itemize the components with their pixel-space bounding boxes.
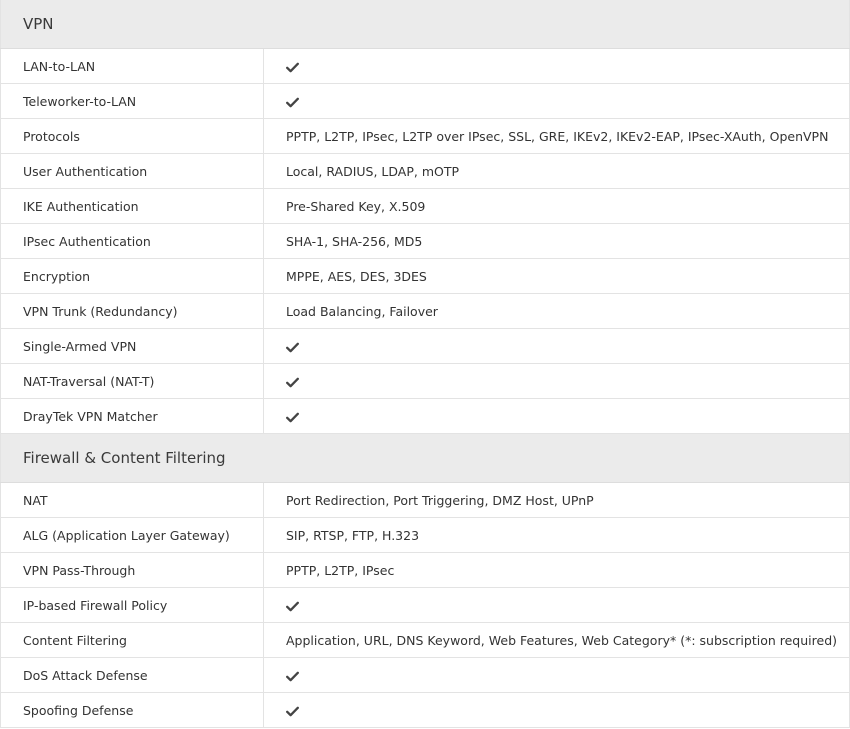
row-label: IPsec Authentication [0,223,264,259]
row-value [263,657,850,693]
row-label: IP-based Firewall Policy [0,587,264,623]
check-icon [286,342,299,352]
table-row: Protocols PPTP, L2TP, IPsec, L2TP over I… [0,118,850,154]
section-header-row-1: Firewall & Content Filtering [0,433,850,483]
check-icon [286,706,299,716]
row-value: Application, URL, DNS Keyword, Web Featu… [263,622,850,658]
table-row: NAT-Traversal (NAT-T) [0,363,850,399]
row-value: MPPE, AES, DES, 3DES [263,258,850,294]
table-row: DoS Attack Defense [0,657,850,693]
table-row: Encryption MPPE, AES, DES, 3DES [0,258,850,294]
table-row: VPN Trunk (Redundancy) Load Balancing, F… [0,293,850,329]
row-label: LAN-to-LAN [0,48,264,84]
table-row: Spoofing Defense [0,692,850,728]
row-value: Port Redirection, Port Triggering, DMZ H… [263,482,850,518]
row-label: Protocols [0,118,264,154]
row-label: NAT-Traversal (NAT-T) [0,363,264,399]
check-icon [286,671,299,681]
row-label: NAT [0,482,264,518]
table-row: User Authentication Local, RADIUS, LDAP,… [0,153,850,189]
check-icon [286,377,299,387]
row-value: Local, RADIUS, LDAP, mOTP [263,153,850,189]
table-row: DrayTek VPN Matcher [0,398,850,434]
row-value [263,363,850,399]
check-icon [286,601,299,611]
section-title: Firewall & Content Filtering [0,433,850,483]
table-row: LAN-to-LAN [0,48,850,84]
table-row: IKE Authentication Pre-Shared Key, X.509 [0,188,850,224]
row-label: VPN Pass-Through [0,552,264,588]
check-icon [286,412,299,422]
section-title: VPN [0,0,850,49]
table-row: Content Filtering Application, URL, DNS … [0,622,850,658]
row-value: SHA-1, SHA-256, MD5 [263,223,850,259]
table-row: NAT Port Redirection, Port Triggering, D… [0,482,850,518]
table-row: Teleworker-to-LAN [0,83,850,119]
row-label: IKE Authentication [0,188,264,224]
row-value: PPTP, L2TP, IPsec, L2TP over IPsec, SSL,… [263,118,850,154]
row-value: PPTP, L2TP, IPsec [263,552,850,588]
row-label: User Authentication [0,153,264,189]
table-row: IPsec Authentication SHA-1, SHA-256, MD5 [0,223,850,259]
table-row: IP-based Firewall Policy [0,587,850,623]
spec-table-body: VPN LAN-to-LAN Teleworker-to-LAN Protoco… [0,0,850,728]
row-label: Spoofing Defense [0,692,264,728]
check-icon [286,97,299,107]
row-value [263,398,850,434]
row-label: ALG (Application Layer Gateway) [0,517,264,553]
row-value [263,48,850,84]
row-label: Single-Armed VPN [0,328,264,364]
section-header-row-0: VPN [0,0,850,49]
row-label: Encryption [0,258,264,294]
row-value: Pre-Shared Key, X.509 [263,188,850,224]
row-value [263,692,850,728]
row-label: DoS Attack Defense [0,657,264,693]
row-value: Load Balancing, Failover [263,293,850,329]
row-value [263,83,850,119]
check-icon [286,62,299,72]
table-row: VPN Pass-Through PPTP, L2TP, IPsec [0,552,850,588]
table-row: Single-Armed VPN [0,328,850,364]
row-label: Teleworker-to-LAN [0,83,264,119]
row-value: SIP, RTSP, FTP, H.323 [263,517,850,553]
row-label: DrayTek VPN Matcher [0,398,264,434]
row-value [263,587,850,623]
row-label: VPN Trunk (Redundancy) [0,293,264,329]
table-row: ALG (Application Layer Gateway) SIP, RTS… [0,517,850,553]
spec-table: VPN LAN-to-LAN Teleworker-to-LAN Protoco… [0,0,850,728]
row-value [263,328,850,364]
row-label: Content Filtering [0,622,264,658]
